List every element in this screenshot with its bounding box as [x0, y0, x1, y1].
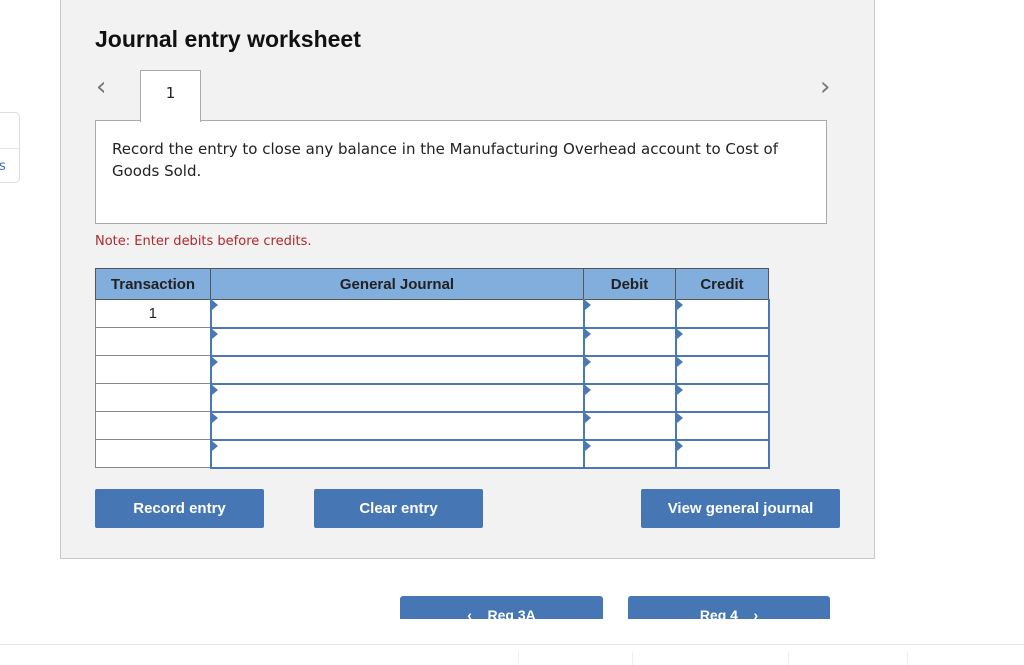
account-input[interactable] [209, 355, 585, 385]
account-input[interactable] [209, 383, 585, 413]
header-transaction: Transaction [95, 268, 211, 300]
debit-input[interactable] [582, 383, 677, 413]
chevron-right-icon: › [753, 607, 759, 619]
sidebar-fragment: s [0, 112, 20, 183]
account-input[interactable] [209, 299, 585, 329]
transaction-cell [95, 327, 211, 356]
credit-input[interactable] [674, 439, 770, 469]
chevron-left-icon[interactable]: ‹ [96, 72, 106, 102]
header-general-journal: General Journal [210, 268, 584, 300]
credit-input[interactable] [674, 411, 770, 441]
table-row [95, 327, 770, 357]
account-input[interactable] [209, 327, 585, 357]
prev-req-button[interactable]: ‹ Req 3A [400, 596, 603, 619]
transaction-cell [95, 355, 211, 384]
tab-1[interactable]: 1 [140, 70, 201, 122]
account-input[interactable] [209, 439, 585, 469]
credit-input[interactable] [674, 383, 770, 413]
view-general-journal-button[interactable]: View general journal [641, 489, 840, 528]
transaction-cell [95, 439, 211, 468]
debit-input[interactable] [582, 355, 677, 385]
credit-input[interactable] [674, 327, 770, 357]
table-row [95, 439, 770, 469]
page-title: Journal entry worksheet [95, 26, 361, 52]
table-row [95, 411, 770, 441]
prompt-text: Record the entry to close any balance in… [95, 120, 827, 224]
account-input[interactable] [209, 411, 585, 441]
clear-entry-button[interactable]: Clear entry [314, 489, 483, 528]
header-credit: Credit [675, 268, 769, 300]
next-req-button[interactable]: Req 4 › [628, 596, 830, 619]
chevron-left-icon: ‹ [467, 607, 472, 619]
transaction-cell [95, 411, 211, 440]
table-row: 1 [95, 299, 770, 329]
sidebar-link[interactable]: s [0, 159, 6, 174]
debit-input[interactable] [582, 439, 677, 469]
debit-input[interactable] [582, 411, 677, 441]
table-row [95, 355, 770, 385]
credit-input[interactable] [674, 355, 770, 385]
chevron-right-icon[interactable]: › [820, 72, 830, 102]
credit-input[interactable] [674, 299, 770, 329]
divider [0, 644, 1024, 645]
transaction-cell [95, 383, 211, 412]
record-entry-button[interactable]: Record entry [95, 489, 264, 528]
table-row [95, 383, 770, 413]
debit-input[interactable] [582, 327, 677, 357]
debit-input[interactable] [582, 299, 677, 329]
header-debit: Debit [583, 268, 676, 300]
journal-table: Transaction General Journal Debit Credit… [95, 268, 770, 469]
note-text: Note: Enter debits before credits. [95, 234, 312, 249]
transaction-cell: 1 [95, 299, 211, 328]
